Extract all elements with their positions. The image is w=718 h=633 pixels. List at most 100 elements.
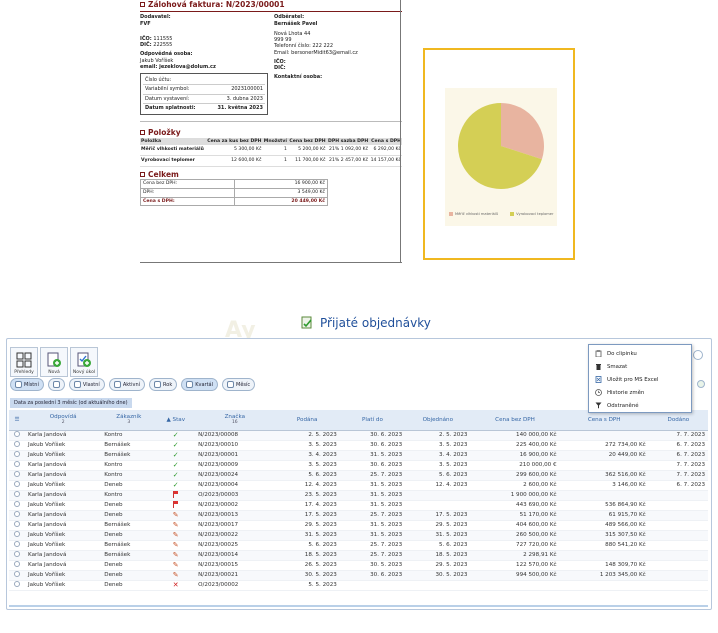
table-row[interactable]: Jakub Voříšek Deneb N/2023/00002 17. 4. 202… <box>9 500 708 511</box>
table-row[interactable]: Jakub Voříšek Bernášek ✎ N/2023/00025 5. 6. … <box>9 540 708 551</box>
cell-net: 994 500,00 Kč <box>470 570 560 581</box>
status-done-icon: ✓ <box>172 481 179 489</box>
row-select-radio[interactable] <box>14 491 20 497</box>
row-select-radio[interactable] <box>14 571 20 577</box>
table-row[interactable]: Karla Jandová Kontro O/2023/00003 23. 5. 20… <box>9 490 708 501</box>
table-row[interactable]: Karla Jandová Bernášek ✎ N/2023/00014 18. 5.… <box>9 550 708 561</box>
table-row[interactable]: Jakub Voříšek Deneb ✓ N/2023/00004 12. 4. 20… <box>9 480 708 491</box>
new-order-button[interactable]: Nová <box>40 347 68 377</box>
row-select-radio[interactable] <box>14 451 20 457</box>
menu-item-deleted[interactable]: Odstraněné <box>589 399 691 412</box>
row-select-radio[interactable] <box>14 521 20 527</box>
page-title: Přijaté objednávky <box>300 316 431 330</box>
cell-ordered: 3. 4. 2023 <box>405 450 471 461</box>
cell-net: 210 000,00 € <box>470 460 560 471</box>
invoice-item-row: Měřič vlhkosti materiálů 5 300,00 Kč 1 5… <box>140 145 402 156</box>
filter-month-button[interactable]: Měsíc <box>222 378 256 391</box>
cell-customer: Bernášek <box>101 520 157 531</box>
status-in-progress-icon: ✎ <box>172 511 179 519</box>
table-row[interactable]: Karla Jandová Deneb ✎ N/2023/00015 26. 5. 20… <box>9 560 708 571</box>
table-row[interactable]: Karla Jandová Kontro ✓ N/2023/00009 3. 5. 20… <box>9 460 708 471</box>
divider <box>140 121 402 123</box>
cell-net: 2 600,00 Kč <box>470 480 560 491</box>
row-select-radio[interactable] <box>14 551 20 557</box>
column-customer[interactable]: Zákazník 3 <box>101 410 157 431</box>
column-delivered[interactable]: Dodáno <box>648 410 708 431</box>
cell-valid: 25. 7. 2023 <box>339 550 406 561</box>
totals-row: Cena s DPH: 20 449,00 Kč <box>139 196 328 207</box>
menu-item-export-excel[interactable]: Uložit pro MS Excel <box>589 373 691 386</box>
row-select-cell <box>9 570 25 581</box>
column-status[interactable]: ▲ Stav <box>156 410 196 431</box>
table-row[interactable]: Jakub Voříšek Deneb ✕ O/2023/00002 5. 5. 202… <box>9 580 708 591</box>
cell-net: 260 500,00 Kč <box>470 530 560 541</box>
table-row[interactable]: Jakub Voříšek Bernášek ✓ N/2023/00010 3. 5. … <box>9 440 708 451</box>
filter-mode-button[interactable] <box>47 378 65 391</box>
cell-code: N/2023/00015 <box>195 560 275 571</box>
row-select-radio[interactable] <box>14 481 20 487</box>
row-select-radio[interactable] <box>14 511 20 517</box>
chart-frame: Měřič vlhkosti materiálů Vyrobovací tepl… <box>423 48 575 260</box>
row-select-radio[interactable] <box>14 471 20 477</box>
row-select-radio[interactable] <box>14 581 20 587</box>
invoice-preview: Zálohová faktura: N/2023/00001 Dodavatel… <box>139 0 402 262</box>
context-menu: Do clipinku Smazat Uložit pro MS Excel H… <box>588 344 692 413</box>
section-marker-icon <box>140 171 145 177</box>
row-select-cell <box>9 530 25 541</box>
row-select-radio[interactable] <box>14 431 20 437</box>
row-select-radio[interactable] <box>14 441 20 447</box>
cell-net <box>470 580 560 591</box>
panel-option-button[interactable] <box>693 350 703 360</box>
cell-filed: 31. 5. 2023 <box>274 530 340 541</box>
table-row[interactable]: Jakub Voříšek Deneb ✎ N/2023/00021 30. 5. 20… <box>9 570 708 581</box>
filter-active-button[interactable]: Aktivní <box>108 378 146 391</box>
menu-item-delete[interactable]: Smazat <box>589 360 691 373</box>
table-row[interactable]: Karla Jandová Kontro ✓ N/2023/00008 2. 5. 20… <box>9 430 708 441</box>
row-select-radio[interactable] <box>14 561 20 567</box>
column-ordered[interactable]: Objednáno <box>405 410 471 431</box>
cell-net: 225 400,00 Kč <box>470 440 560 451</box>
row-select-radio[interactable] <box>14 461 20 467</box>
row-select-cell <box>9 480 25 491</box>
cell-code: N/2023/00004 <box>195 480 275 491</box>
overview-grid-icon <box>16 352 32 368</box>
filter-quarter-button[interactable]: Kvartál <box>181 378 219 391</box>
row-select-radio[interactable] <box>14 501 20 507</box>
cell-gross: 3 146,00 Kč <box>559 480 649 491</box>
column-valid[interactable]: Platí do <box>339 410 406 431</box>
filter-local-button[interactable]: Místní <box>10 378 44 391</box>
filter-year-button[interactable]: Rok <box>149 378 178 391</box>
cell-gross: 315 307,50 Kč <box>559 530 649 541</box>
row-select-radio[interactable] <box>14 531 20 537</box>
table-row[interactable]: Jakub Voříšek Bernášek ✓ N/2023/00001 3. 4. … <box>9 450 708 461</box>
table-row[interactable]: Jakub Voříšek Deneb ✎ N/2023/00022 31. 5. 20… <box>9 530 708 541</box>
table-row[interactable]: Karla Jandová Kontro ✓ N/2023/00024 5. 6. 20… <box>9 470 708 481</box>
cell-net: 727 720,00 Kč <box>470 540 560 551</box>
menu-item-clipboard[interactable]: Do clipinku <box>589 347 691 360</box>
column-owner[interactable]: Odpovídá 2 <box>25 410 102 431</box>
new-task-button[interactable]: Nový úkol <box>70 347 98 377</box>
table-row[interactable]: Karla Jandová Bernášek ✎ N/2023/00017 29. 5.… <box>9 520 708 531</box>
column-net[interactable]: Cena bez DPH <box>470 410 560 431</box>
row-select-radio[interactable] <box>14 541 20 547</box>
customer-block: Odběratel: Bernášek Pavel Nová Lhota 44 … <box>274 14 358 81</box>
active-filter-icon <box>113 381 121 388</box>
cell-gross <box>559 430 649 441</box>
filter-custom-button[interactable]: Vlastní <box>68 378 105 391</box>
overview-button[interactable]: Přehledy <box>10 347 38 377</box>
column-code[interactable]: Značka 16 <box>195 410 275 431</box>
cell-ordered: 29. 5. 2023 <box>405 560 471 571</box>
cell-filed: 29. 5. 2023 <box>274 520 340 531</box>
cell-valid: 30. 6. 2023 <box>339 570 406 581</box>
menu-item-history[interactable]: Historie změn <box>589 386 691 399</box>
cell-filed: 17. 4. 2023 <box>274 500 340 511</box>
column-filed[interactable]: Podána <box>274 410 340 431</box>
items-table: Položka Cena za kus bez DPH Množství Cen… <box>140 137 402 167</box>
status-cell: ✎ <box>156 510 196 521</box>
column-menu-icon[interactable]: ☰ <box>9 410 25 431</box>
custom-filter-icon <box>73 381 81 388</box>
column-gross[interactable]: Cena s DPH <box>559 410 649 431</box>
row-select-cell <box>9 430 25 441</box>
table-row[interactable]: Karla Jandová Deneb ✎ N/2023/00013 17. 5. 20… <box>9 510 708 521</box>
refresh-button[interactable] <box>697 380 705 388</box>
